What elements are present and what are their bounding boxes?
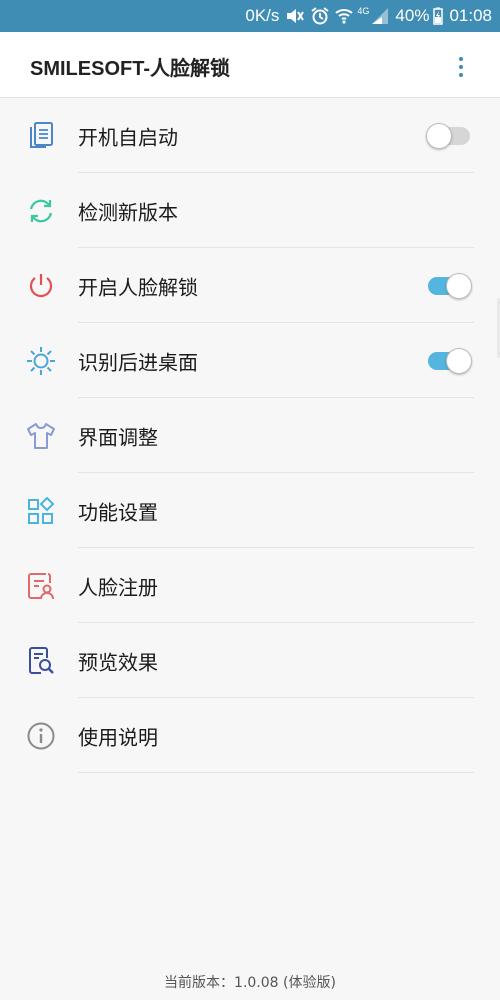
face-unlock-toggle[interactable]	[426, 272, 472, 299]
list-item-check-update[interactable]: 检测新版本	[0, 173, 500, 248]
divider	[78, 772, 474, 773]
list-item-label: 检测新版本	[78, 200, 178, 224]
list-item-label: 功能设置	[78, 500, 158, 524]
autostart-toggle[interactable]	[426, 122, 472, 149]
battery-icon	[433, 7, 444, 25]
list-item-label: 开启人脸解锁	[78, 275, 198, 299]
list-item-label: 识别后进桌面	[78, 350, 198, 374]
list-item-ui-adjust[interactable]: 界面调整	[0, 398, 500, 473]
toggle-knob	[446, 347, 472, 374]
list-item-preview[interactable]: 预览效果	[0, 623, 500, 698]
mute-icon	[285, 7, 305, 25]
list-item-function-settings[interactable]: 功能设置	[0, 473, 500, 548]
network-type: 4G	[357, 6, 370, 16]
app-title: SMILESOFT-人脸解锁	[30, 58, 230, 80]
list-item-label: 使用说明	[78, 725, 158, 749]
overflow-menu-dot	[459, 65, 463, 69]
list-item-face-unlock[interactable]: 开启人脸解锁	[0, 248, 500, 323]
sun-icon	[26, 346, 56, 376]
settings-list: 开机自启动 检测新版本 开启人脸解锁 识别后进桌面 界面调整 功能设置 人脸注册…	[0, 98, 500, 773]
list-item-label: 开机自启动	[78, 125, 178, 149]
list-item-face-register[interactable]: 人脸注册	[0, 548, 500, 623]
wifi-icon	[335, 7, 354, 25]
clock-time: 01:08	[449, 6, 492, 25]
list-item-instructions[interactable]: 使用说明	[0, 698, 500, 773]
document-icon	[26, 121, 56, 151]
overflow-menu-dot	[459, 73, 463, 77]
battery-percent: 40%	[395, 6, 430, 25]
overflow-menu-button[interactable]	[444, 50, 478, 84]
toggle-knob	[426, 122, 452, 149]
shirt-icon	[26, 421, 56, 451]
version-footer: 当前版本：1.0.08 (体验版)	[164, 975, 336, 991]
net-speed: 0K/s	[245, 6, 280, 25]
list-item-enter-desktop[interactable]: 识别后进桌面	[0, 323, 500, 398]
list-item-label: 人脸注册	[78, 575, 158, 599]
status-bar: 0K/s 4G 40% 01:08	[0, 0, 500, 32]
grid-icon	[26, 496, 56, 526]
signal-icon	[371, 7, 389, 25]
info-icon	[26, 721, 56, 751]
enter-desktop-toggle[interactable]	[426, 347, 472, 374]
id-card-icon	[26, 571, 56, 601]
alarm-icon	[311, 7, 330, 25]
toggle-knob	[446, 272, 472, 299]
list-item-label: 预览效果	[78, 650, 158, 674]
list-item-label: 界面调整	[78, 425, 158, 449]
app-bar: SMILESOFT-人脸解锁	[0, 32, 500, 98]
document-search-icon	[26, 646, 56, 676]
power-icon	[26, 271, 56, 301]
refresh-icon	[26, 196, 56, 226]
list-item-autostart[interactable]: 开机自启动	[0, 98, 500, 173]
overflow-menu-icon	[459, 57, 463, 61]
